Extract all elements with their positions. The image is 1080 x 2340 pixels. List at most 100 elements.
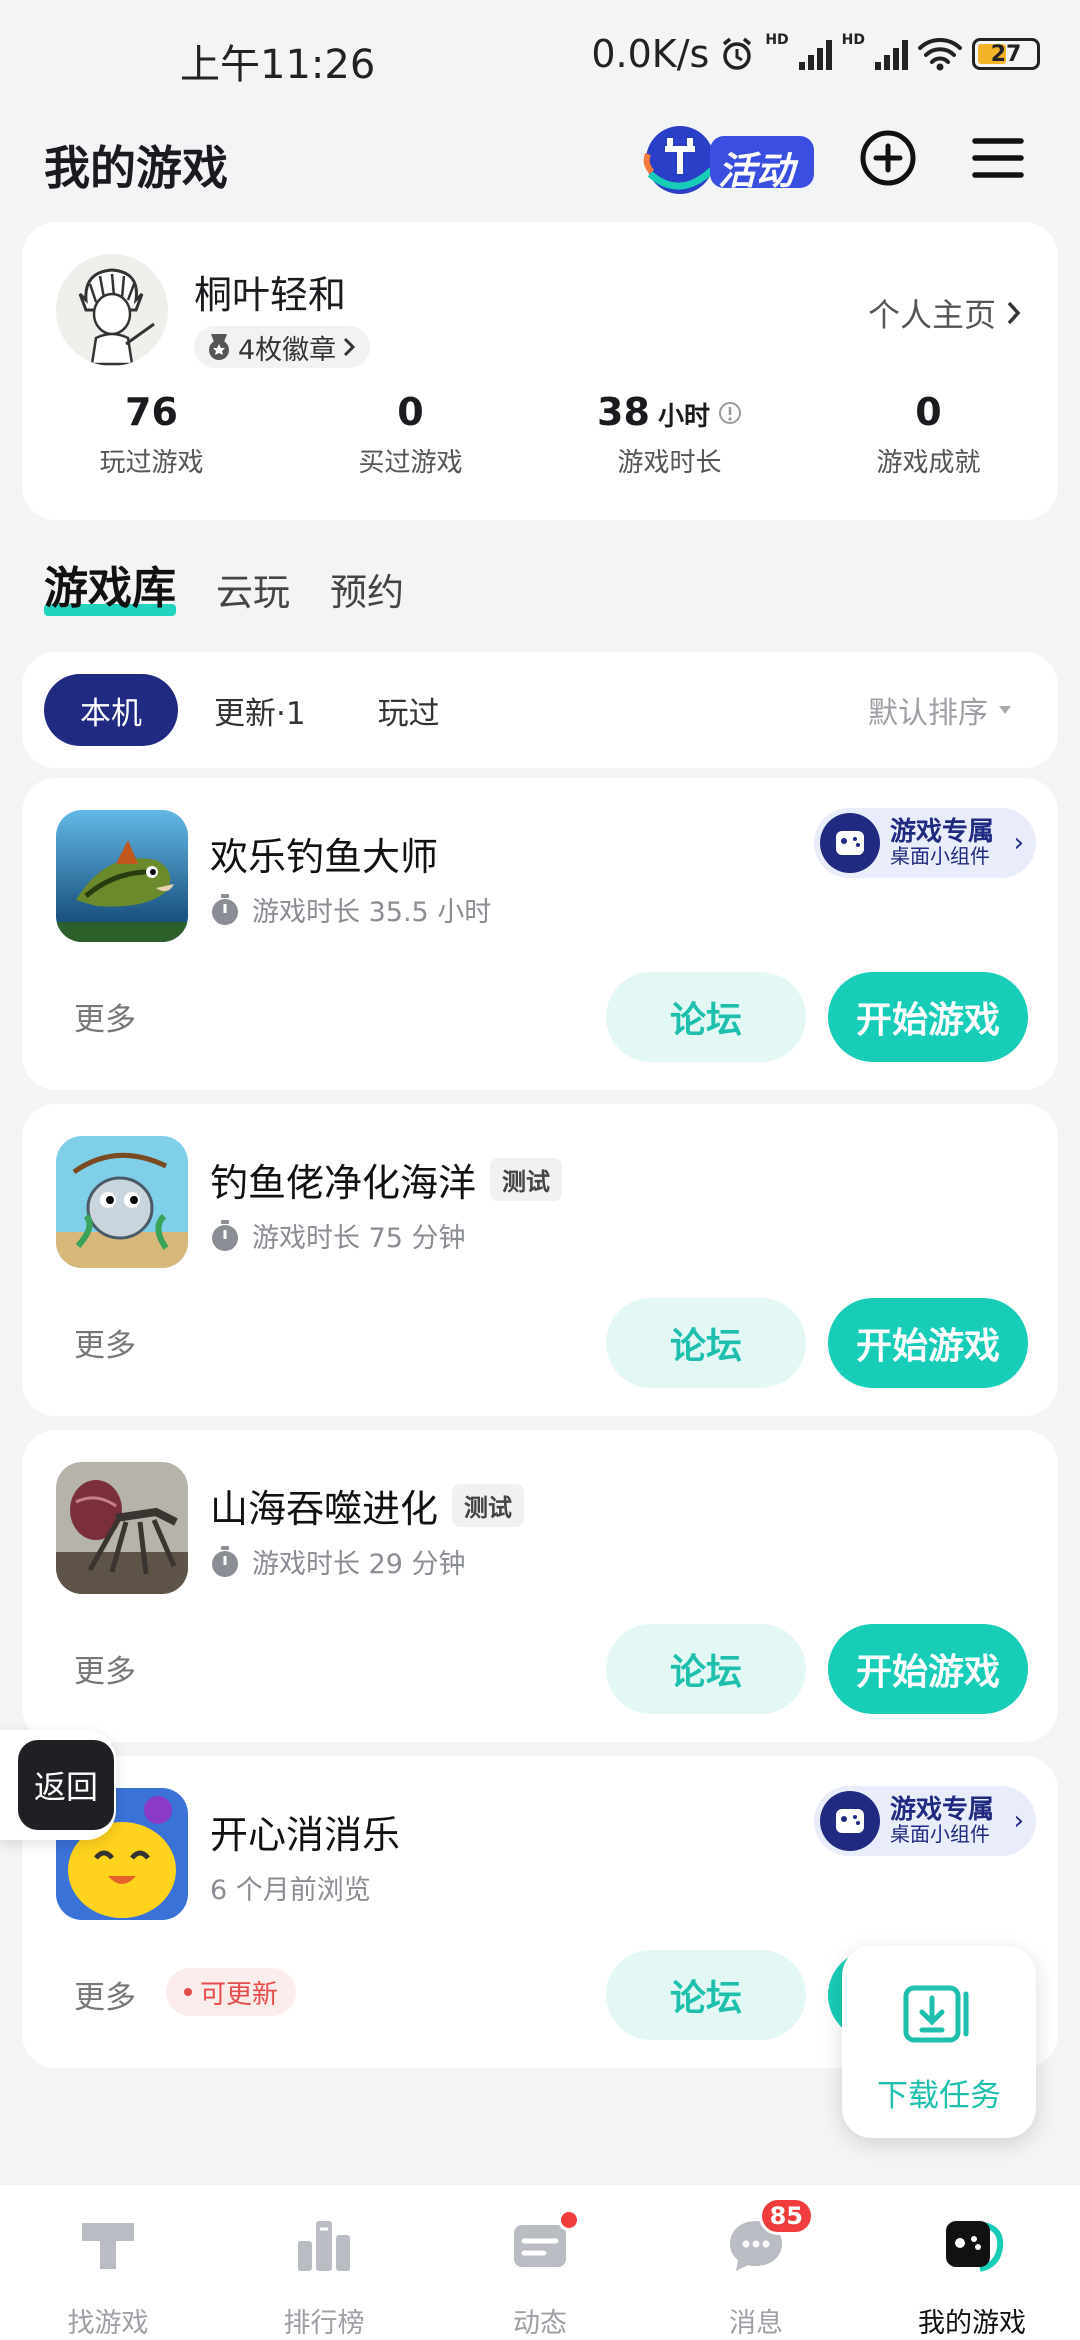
chevron-right-icon [344,337,356,357]
more-button[interactable]: 更多 [74,994,136,1039]
back-label: 返回 [18,1740,114,1830]
hamburger-menu-icon [972,138,1024,178]
more-button[interactable]: 更多 [74,1972,136,2017]
profile-stats: 76 玩过游戏 0 买过游戏 38 小时 游戏时长 0 游戏成就 [22,390,1058,479]
stat-label: 买过游戏 [358,448,463,478]
more-button[interactable]: 更多 [74,1646,136,1691]
nav-label: 找游戏 [67,2308,149,2339]
game-card[interactable]: 欢乐钓鱼大师 游戏时长 35.5 小时 游戏专属 桌面小组件 › 更多 论坛 开始… [22,778,1058,1090]
tab-reservations[interactable]: 预约 [330,562,404,616]
filter-played[interactable]: 玩过 [342,674,476,746]
game-icon-evolution[interactable] [56,1462,188,1594]
stat-unit: 小时 [657,402,710,432]
nav-ranking[interactable]: 排行榜 [216,2185,432,2340]
plus-circle-icon [860,130,916,186]
badges-pill[interactable]: 4枚徽章 [194,326,371,368]
stat-play-time[interactable]: 38 小时 游戏时长 [540,390,799,479]
stat-bought-games[interactable]: 0 买过游戏 [281,390,540,479]
status-time: 上午11:26 [180,42,376,88]
play-time: 游戏时长 75 分钟 [252,1223,466,1254]
game-title: 山海吞噬进化 [210,1487,439,1531]
game-subtitle-row: 6 个月前浏览 [210,1868,371,1907]
game-icon-fishing-master[interactable] [56,810,188,942]
stopwatch-icon [212,893,238,925]
nav-label: 动态 [513,2308,567,2339]
gamepad-icon [820,1791,880,1851]
widget-promo[interactable]: 游戏专属 桌面小组件 › [814,1786,1036,1856]
bottom-navigation: 找游戏 排行榜 动态 85 消息 我的游戏 [0,2184,1080,2340]
homepage-label: 个人主页 [867,296,996,334]
chevron-right-icon [1007,301,1021,325]
status-bar: 上午11:26 0.0K/s HD HD 27 [0,0,1080,110]
update-label: 可更新 [200,1979,279,2010]
widget-title: 游戏专属 [890,816,995,847]
update-available-tag[interactable]: 可更新 [166,1968,297,2016]
battery-level: 27 [990,41,1022,67]
caret-down-icon [999,706,1011,714]
menu-button[interactable] [966,126,1030,190]
tab-cloud-play[interactable]: 云玩 [216,562,290,616]
stopwatch-icon [212,1219,238,1251]
message-icon-wrap: 85 [724,2197,814,2277]
game-title-row: 钓鱼佬净化海洋 测试 [210,1152,563,1207]
avatar[interactable] [56,254,168,366]
stat-achievements[interactable]: 0 游戏成就 [799,390,1058,479]
add-button[interactable] [856,126,920,190]
game-card[interactable]: 钓鱼佬净化海洋 测试 游戏时长 75 分钟 更多 论坛 开始游戏 [22,1104,1058,1416]
profile-card: 桐叶轻和 4枚徽章 个人主页 76 玩过游戏 0 买过游戏 38 小时 游戏时长… [22,222,1058,520]
signal-icon-1 [798,38,832,70]
gamepad-icon [820,813,880,873]
start-game-button[interactable]: 开始游戏 [828,1298,1028,1388]
more-button[interactable]: 更多 [74,1320,136,1365]
my-games-icon [946,2221,1004,2272]
chevron-right-icon: › [1013,1806,1024,1836]
nav-label: 消息 [729,2308,783,2339]
unread-count-badge: 85 [758,2197,814,2235]
game-card[interactable]: 山海吞噬进化 测试 游戏时长 29 分钟 更多 论坛 开始游戏 [22,1430,1058,1742]
activity-label: 活动 [718,149,795,193]
net-speed: 0.0K/s [591,32,710,76]
forum-button[interactable]: 论坛 [606,1624,806,1714]
top-header: 我的游戏 活动 [0,110,1080,220]
game-subtitle-row: 游戏时长 35.5 小时 [210,890,491,929]
nav-feed[interactable]: 动态 [432,2185,648,2340]
nav-find-games[interactable]: 找游戏 [0,2185,216,2340]
nav-messages[interactable]: 85 消息 [648,2185,864,2340]
download-tasks-label: 下载任务 [877,2078,1001,2114]
activity-button[interactable]: 活动 [640,116,820,200]
forum-button[interactable]: 论坛 [606,972,806,1062]
stat-label: 游戏时长 [617,448,722,478]
stat-label: 游戏成就 [876,448,981,478]
sort-label: 默认排序 [868,696,988,731]
cartoon-fish-icon [56,1136,188,1268]
stat-played-games[interactable]: 76 玩过游戏 [22,390,281,479]
game-subtitle-row: 游戏时长 29 分钟 [210,1542,466,1581]
download-tasks-button[interactable]: 下载任务 [842,1946,1036,2138]
page-title: 我的游戏 [44,141,228,195]
battery-icon: 27 [972,38,1040,70]
nav-my-games[interactable]: 我的游戏 [864,2185,1080,2340]
start-game-button[interactable]: 开始游戏 [828,972,1028,1062]
game-title: 钓鱼佬净化海洋 [210,1161,477,1205]
status-right: 0.0K/s HD HD 27 [591,32,1040,76]
widget-promo[interactable]: 游戏专属 桌面小组件 › [814,808,1036,878]
homepage-link[interactable]: 个人主页 [868,290,1022,336]
forum-button[interactable]: 论坛 [606,1298,806,1388]
filter-local[interactable]: 本机 [44,674,178,746]
sort-dropdown[interactable]: 默认排序 [868,688,1012,732]
game-title: 欢乐钓鱼大师 [210,835,439,879]
chevron-right-icon: › [1013,828,1024,858]
stat-value: 76 [125,390,178,434]
game-icon-ocean-cleanup[interactable] [56,1136,188,1268]
forum-button[interactable]: 论坛 [606,1950,806,2040]
tab-game-library[interactable]: 游戏库 [44,552,176,616]
badges-label: 4枚徽章 [238,334,337,366]
fish-art-icon [56,810,188,942]
filter-updates[interactable]: 更新·1 [178,674,342,746]
info-icon[interactable] [718,401,742,425]
widget-title: 游戏专属 [890,1794,995,1825]
last-viewed: 6 个月前浏览 [210,1875,371,1906]
start-game-button[interactable]: 开始游戏 [828,1624,1028,1714]
game-title-row: 山海吞噬进化 测试 [210,1478,525,1533]
floating-back-button[interactable]: 返回 [0,1730,116,1840]
